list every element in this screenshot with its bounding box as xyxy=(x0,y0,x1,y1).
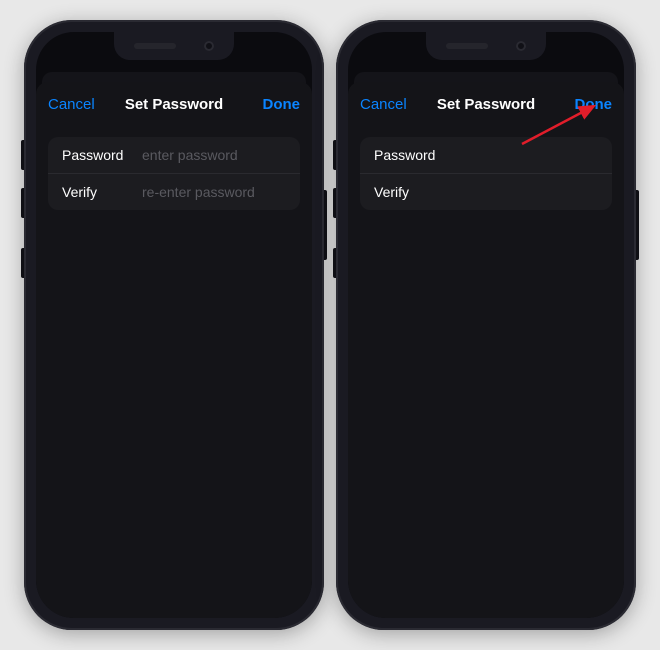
verify-input[interactable] xyxy=(142,184,300,200)
phone-right: Cancel Set Password Done Password Verify xyxy=(336,20,636,630)
modal-sheet: Cancel Set Password Done Password Verify xyxy=(348,82,624,618)
camera-icon xyxy=(516,41,526,51)
password-row: Password xyxy=(48,137,300,173)
verify-input[interactable] xyxy=(454,184,612,200)
done-button[interactable]: Done xyxy=(246,96,300,113)
verify-label: Verify xyxy=(374,184,454,200)
modal-sheet: Cancel Set Password Done Password Verify xyxy=(36,82,312,618)
password-label: Password xyxy=(374,147,454,163)
password-form-group: Password Verify xyxy=(360,137,612,210)
verify-label: Verify xyxy=(62,184,142,200)
password-input[interactable] xyxy=(454,147,612,163)
notch xyxy=(426,32,546,60)
screen: Cancel Set Password Done Password Verify xyxy=(36,32,312,618)
speaker-icon xyxy=(446,43,488,49)
cancel-button[interactable]: Cancel xyxy=(48,96,102,113)
verify-row: Verify xyxy=(48,173,300,210)
cancel-button[interactable]: Cancel xyxy=(360,96,414,113)
verify-row: Verify xyxy=(360,173,612,210)
speaker-icon xyxy=(134,43,176,49)
screen: Cancel Set Password Done Password Verify xyxy=(348,32,624,618)
password-row: Password xyxy=(360,137,612,173)
modal-title: Set Password xyxy=(414,96,558,113)
camera-icon xyxy=(204,41,214,51)
nav-bar: Cancel Set Password Done xyxy=(360,96,612,113)
phone-left: Cancel Set Password Done Password Verify xyxy=(24,20,324,630)
password-label: Password xyxy=(62,147,142,163)
nav-bar: Cancel Set Password Done xyxy=(48,96,300,113)
notch xyxy=(114,32,234,60)
modal-title: Set Password xyxy=(102,96,246,113)
done-button[interactable]: Done xyxy=(558,96,612,113)
password-form-group: Password Verify xyxy=(48,137,300,210)
password-input[interactable] xyxy=(142,147,300,163)
